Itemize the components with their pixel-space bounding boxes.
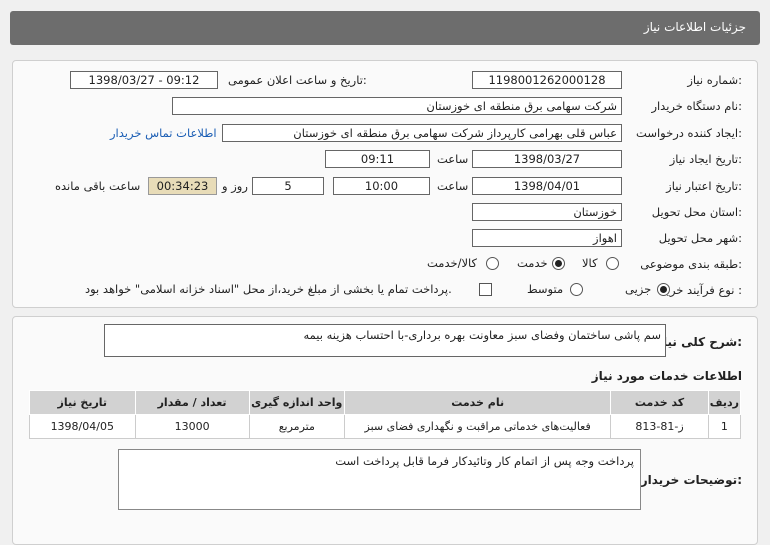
buyer-notes-field: پرداخت وجه پس از اتمام کار وتائیدکار فرم… xyxy=(118,449,641,510)
col-need-date: تاریخ نیاز xyxy=(29,390,136,415)
cell-service-name: فعالیت‌های خدماتی مراقبت و نگهداری فضای … xyxy=(343,414,612,439)
create-date-field: 1398/03/27 xyxy=(472,150,622,168)
process-label: نوع فرآیند خرید : xyxy=(660,283,742,297)
col-service-name: نام خدمت xyxy=(343,390,612,415)
announce-label: تاریخ و ساعت اعلان عمومی: xyxy=(228,73,367,87)
days-label: روز و xyxy=(222,179,248,193)
col-unit: واحد اندازه گیری xyxy=(248,390,345,415)
cell-unit: مترمربع xyxy=(248,414,345,439)
process-radio-minor[interactable] xyxy=(657,283,670,296)
requester-field: عباس قلی بهرامی کارپرداز شرکت سهامی برق … xyxy=(222,124,622,142)
process-option-minor: جزیی xyxy=(625,282,652,296)
buyer-org-label: نام دستگاه خریدار: xyxy=(651,99,742,113)
process-radio-medium[interactable] xyxy=(570,283,583,296)
province-label: استان محل تحویل: xyxy=(651,205,742,219)
requester-label: ایجاد کننده درخواست: xyxy=(636,126,742,140)
table-header-row: ردیف کد خدمت نام خدمت واحد اندازه گیری ت… xyxy=(29,390,742,415)
remaining-time-field: 00:34:23 xyxy=(148,177,217,195)
category-option-goods: کالا xyxy=(582,256,598,270)
create-date-label: تاریخ ایجاد نیاز: xyxy=(669,152,742,166)
validity-label: تاریخ اعتبار نیاز: xyxy=(666,179,742,193)
validity-time-label: ساعت xyxy=(437,179,469,193)
category-option-service: خدمت xyxy=(517,256,548,270)
create-time-label: ساعت xyxy=(437,152,469,166)
col-row: ردیف xyxy=(707,390,742,415)
cell-quantity: 13000 xyxy=(134,414,250,439)
services-grid: ردیف کد خدمت نام خدمت واحد اندازه گیری ت… xyxy=(29,390,742,439)
need-number-label: شماره نیاز: xyxy=(687,73,742,87)
validity-time-field: 10:00 xyxy=(333,177,430,195)
col-quantity: تعداد / مقدار xyxy=(134,390,250,415)
category-radio-goods-service[interactable] xyxy=(486,257,499,270)
cell-row: 1 xyxy=(707,414,742,439)
create-time-field: 09:11 xyxy=(325,150,430,168)
category-radio-goods[interactable] xyxy=(606,257,619,270)
page-title: جزئیات اطلاعات نیاز xyxy=(643,20,746,34)
table-row: 1 ز-81-813 فعالیت‌های خدماتی مراقبت و نگ… xyxy=(29,414,742,439)
cell-need-date: 1398/04/05 xyxy=(29,414,136,439)
summary-field: سم پاشی ساختمان وفضای سبز معاونت بهره بر… xyxy=(104,324,666,357)
services-table-wrap: ردیف کد خدمت نام خدمت واحد اندازه گیری ت… xyxy=(29,390,742,439)
category-radio-service[interactable] xyxy=(552,257,565,270)
col-service-code: کد خدمت xyxy=(610,390,709,415)
process-option-medium: متوسط xyxy=(527,282,564,296)
category-option-goods-service: کالا/خدمت xyxy=(427,256,478,270)
summary-label: شرح کلی نیاز: xyxy=(656,335,742,349)
buyer-notes-label: توضیحات خریدار: xyxy=(640,473,742,487)
city-label: شهر محل تحویل: xyxy=(658,231,742,245)
validity-date-field: 1398/04/01 xyxy=(472,177,622,195)
need-number-field: 1198001262000128 xyxy=(472,71,622,89)
cell-service-code: ز-81-813 xyxy=(610,414,709,439)
buyer-org-field: شرکت سهامی برق منطقه ای خوزستان xyxy=(172,97,622,115)
remaining-label: ساعت باقی مانده xyxy=(55,179,141,193)
buyer-contact-link[interactable]: اطلاعات تماس خریدار xyxy=(110,126,217,140)
treasury-payment-note: پرداخت تمام یا بخشی از مبلغ خرید،از محل … xyxy=(85,282,452,296)
city-field: اهواز xyxy=(472,229,622,247)
services-title: اطلاعات خدمات مورد نیاز xyxy=(591,369,742,383)
page-header: جزئیات اطلاعات نیاز xyxy=(10,11,760,45)
announce-field: 1398/03/27 - 09:12 xyxy=(70,71,218,89)
category-label: طبقه بندی موضوعی: xyxy=(640,257,742,271)
province-field: خوزستان xyxy=(472,203,622,221)
days-field: 5 xyxy=(252,177,324,195)
treasury-payment-checkbox[interactable] xyxy=(479,283,492,296)
